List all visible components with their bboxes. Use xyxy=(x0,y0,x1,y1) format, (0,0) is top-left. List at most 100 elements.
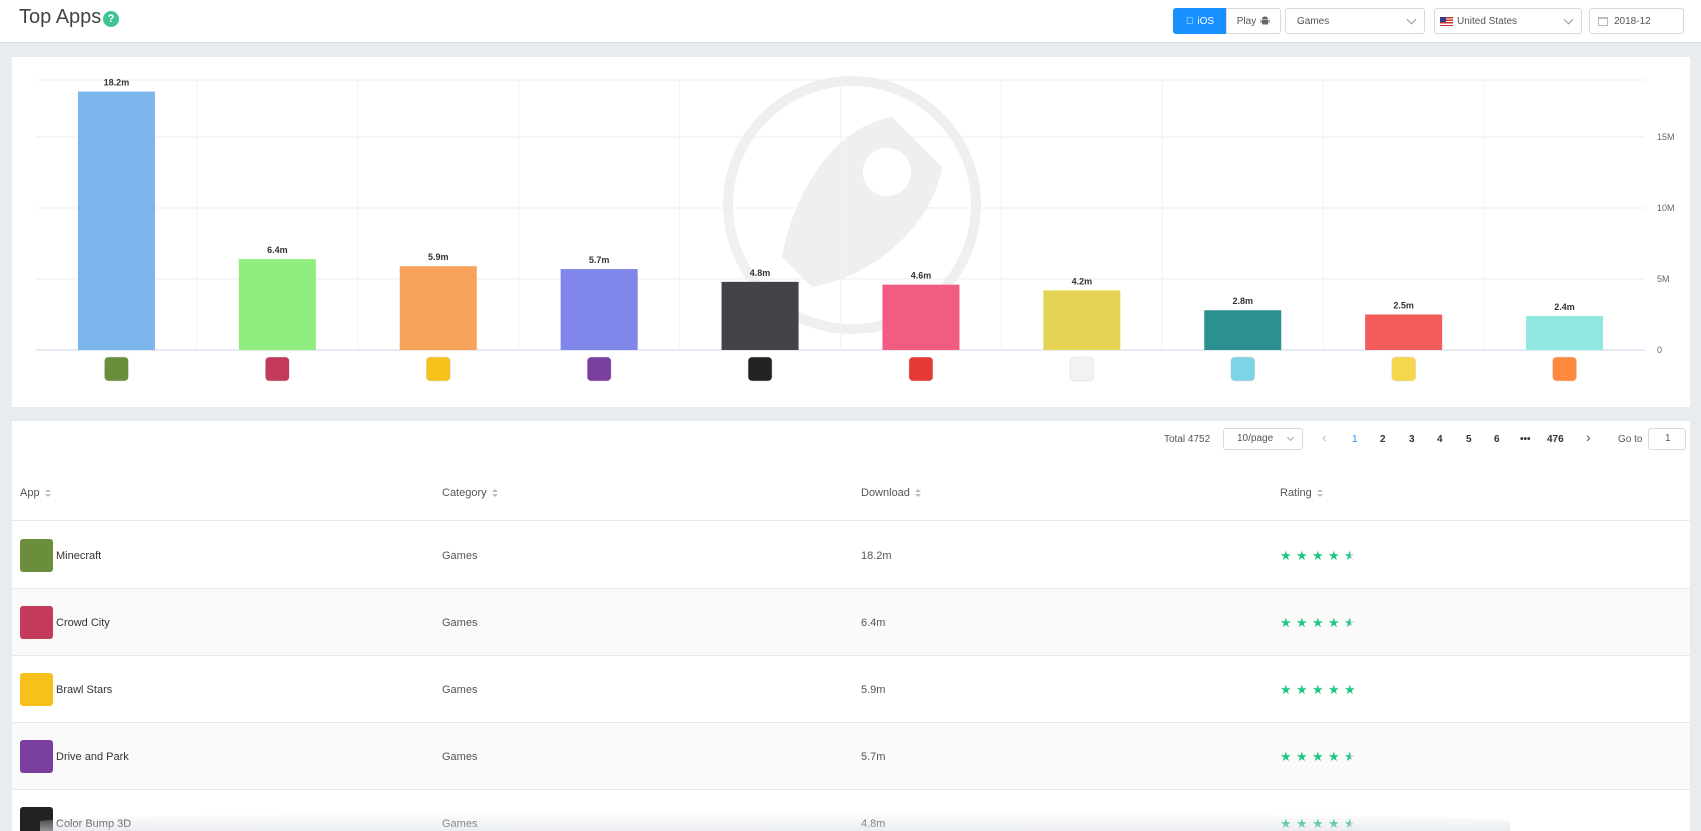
y-tick-label: 10M xyxy=(1657,203,1675,213)
page-6[interactable]: 6 xyxy=(1494,434,1500,445)
bar-value-label: 2.8m xyxy=(1232,296,1253,306)
table-row[interactable]: Crowd City Games 6.4m ★ ★ ★ ★ ★ xyxy=(12,589,1690,656)
star-icon: ★ xyxy=(1312,682,1324,697)
star-icon: ★ xyxy=(1312,548,1324,563)
app-cell[interactable]: Brawl Stars xyxy=(20,673,112,706)
bar[interactable] xyxy=(399,266,477,350)
category-select[interactable]: Games xyxy=(1285,8,1425,34)
calendar-icon xyxy=(1598,16,1608,26)
sort-icon xyxy=(491,489,498,497)
chart-panel: 0 5M 10M 15M 18.2m 6.4m 5.9m 5.7m 4.8m 4.6m 4.2m 2… xyxy=(12,57,1690,407)
page-5[interactable]: 5 xyxy=(1466,434,1472,445)
pagination: Total 4752 10/page ‹ 1 2 3 4 5 6 ••• 476… xyxy=(12,428,1690,452)
table-row[interactable]: Brawl Stars Games 5.9m ★ ★ ★ ★ ★ xyxy=(12,656,1690,723)
y-tick-label: 15M xyxy=(1657,132,1675,142)
star-icon: ★ xyxy=(1344,682,1356,697)
x-axis-app-icon[interactable] xyxy=(1230,356,1255,382)
page-4[interactable]: 4 xyxy=(1437,434,1443,445)
page-2[interactable]: 2 xyxy=(1380,434,1386,445)
app-icon xyxy=(20,740,53,773)
bar-value-label: 4.2m xyxy=(1072,276,1093,286)
y-tick-label: 0 xyxy=(1657,345,1662,355)
prev-page-button[interactable]: ‹ xyxy=(1322,429,1327,445)
page-3[interactable]: 3 xyxy=(1409,434,1415,445)
page-size-value: 10/page xyxy=(1237,433,1274,444)
us-flag-icon xyxy=(1440,16,1453,26)
star-icon: ★ xyxy=(1328,682,1340,697)
column-download-label: Download xyxy=(861,487,910,499)
platform-ios-button[interactable]:  iOS xyxy=(1173,8,1227,34)
sort-icon xyxy=(1316,489,1323,497)
table-row[interactable]: Drive and Park Games 5.7m ★ ★ ★ ★ ★ xyxy=(12,723,1690,790)
rating-stars: ★ ★ ★ ★ ★ xyxy=(1280,549,1357,562)
column-app-label: App xyxy=(20,487,40,499)
sort-icon xyxy=(44,489,51,497)
x-axis-app-icon[interactable] xyxy=(104,356,129,382)
y-tick-label: 5M xyxy=(1657,274,1670,284)
help-icon[interactable]: ? xyxy=(103,11,119,27)
bar[interactable] xyxy=(882,284,960,350)
table-header: App Category Download Rating xyxy=(12,465,1690,521)
app-name: Drive and Park xyxy=(56,750,129,763)
x-axis-app-icon[interactable] xyxy=(265,356,290,382)
page-size-select[interactable]: 10/page xyxy=(1223,428,1303,450)
bar[interactable] xyxy=(238,259,316,350)
bar-value-label: 2.4m xyxy=(1554,302,1575,312)
column-category[interactable]: Category xyxy=(442,487,498,499)
star-icon: ★ xyxy=(1344,615,1356,630)
star-icon: ★ xyxy=(1296,749,1308,764)
app-icon xyxy=(20,606,53,639)
x-axis-app-icon[interactable] xyxy=(1552,356,1577,382)
bar[interactable] xyxy=(721,281,799,350)
x-axis-app-icon[interactable] xyxy=(1391,356,1416,382)
bar[interactable] xyxy=(1204,310,1282,350)
x-axis-app-icon[interactable] xyxy=(426,356,451,382)
x-axis-app-icon[interactable] xyxy=(747,356,773,382)
platform-play-button[interactable]: Play xyxy=(1226,8,1281,34)
table-row[interactable]: Minecraft Games 18.2m ★ ★ ★ ★ ★ xyxy=(12,522,1690,589)
column-download[interactable]: Download xyxy=(861,487,921,499)
page-last[interactable]: 476 xyxy=(1547,434,1564,445)
app-name: Crowd City xyxy=(56,616,110,629)
app-cell[interactable]: Minecraft xyxy=(20,539,101,572)
chevron-down-icon xyxy=(1286,433,1295,442)
app-icon xyxy=(20,673,53,706)
bar[interactable] xyxy=(1526,315,1604,350)
page-1[interactable]: 1 xyxy=(1352,434,1358,445)
country-select[interactable]: United States xyxy=(1434,8,1582,34)
star-icon: ★ xyxy=(1312,615,1324,630)
x-axis-app-icon[interactable] xyxy=(1069,356,1095,382)
app-cell[interactable]: Drive and Park xyxy=(20,740,129,773)
star-icon: ★ xyxy=(1280,615,1292,630)
country-value: United States xyxy=(1457,15,1518,27)
bar-value-label: 5.9m xyxy=(428,252,449,262)
x-axis-app-icon[interactable] xyxy=(586,356,612,382)
scroll-shadow xyxy=(40,812,1510,831)
download-cell: 6.4m xyxy=(861,617,886,629)
bar[interactable] xyxy=(1043,290,1121,350)
bar[interactable] xyxy=(77,91,155,350)
bar-value-label: 6.4m xyxy=(267,245,288,255)
platform-ios-label: iOS xyxy=(1193,15,1214,27)
category-cell: Games xyxy=(442,684,478,696)
bar[interactable] xyxy=(1365,314,1443,351)
rating-stars: ★ ★ ★ ★ ★ xyxy=(1280,683,1357,696)
star-icon: ★ xyxy=(1328,615,1340,630)
sort-icon xyxy=(914,489,921,497)
app-cell[interactable]: Crowd City xyxy=(20,606,110,639)
column-app[interactable]: App xyxy=(20,487,51,499)
date-picker[interactable]: 2018-12 xyxy=(1589,8,1684,34)
star-icon: ★ xyxy=(1280,682,1292,697)
bar-value-label: 4.6m xyxy=(911,271,932,281)
goto-input[interactable]: 1 xyxy=(1648,428,1686,450)
bar[interactable] xyxy=(560,269,638,350)
download-cell: 5.7m xyxy=(861,751,886,763)
star-icon: ★ xyxy=(1296,615,1308,630)
page-ellipsis[interactable]: ••• xyxy=(1520,434,1531,445)
bar-value-label: 5.7m xyxy=(589,255,610,265)
downloads-bar-chart: 0 5M 10M 15M 18.2m 6.4m 5.9m 5.7m 4.8m 4.6m 4.2m 2… xyxy=(36,76,1675,382)
next-page-button[interactable]: › xyxy=(1586,429,1591,445)
x-axis-app-icon[interactable] xyxy=(908,356,934,382)
column-rating[interactable]: Rating xyxy=(1280,487,1323,499)
chevron-down-icon xyxy=(1406,14,1417,25)
